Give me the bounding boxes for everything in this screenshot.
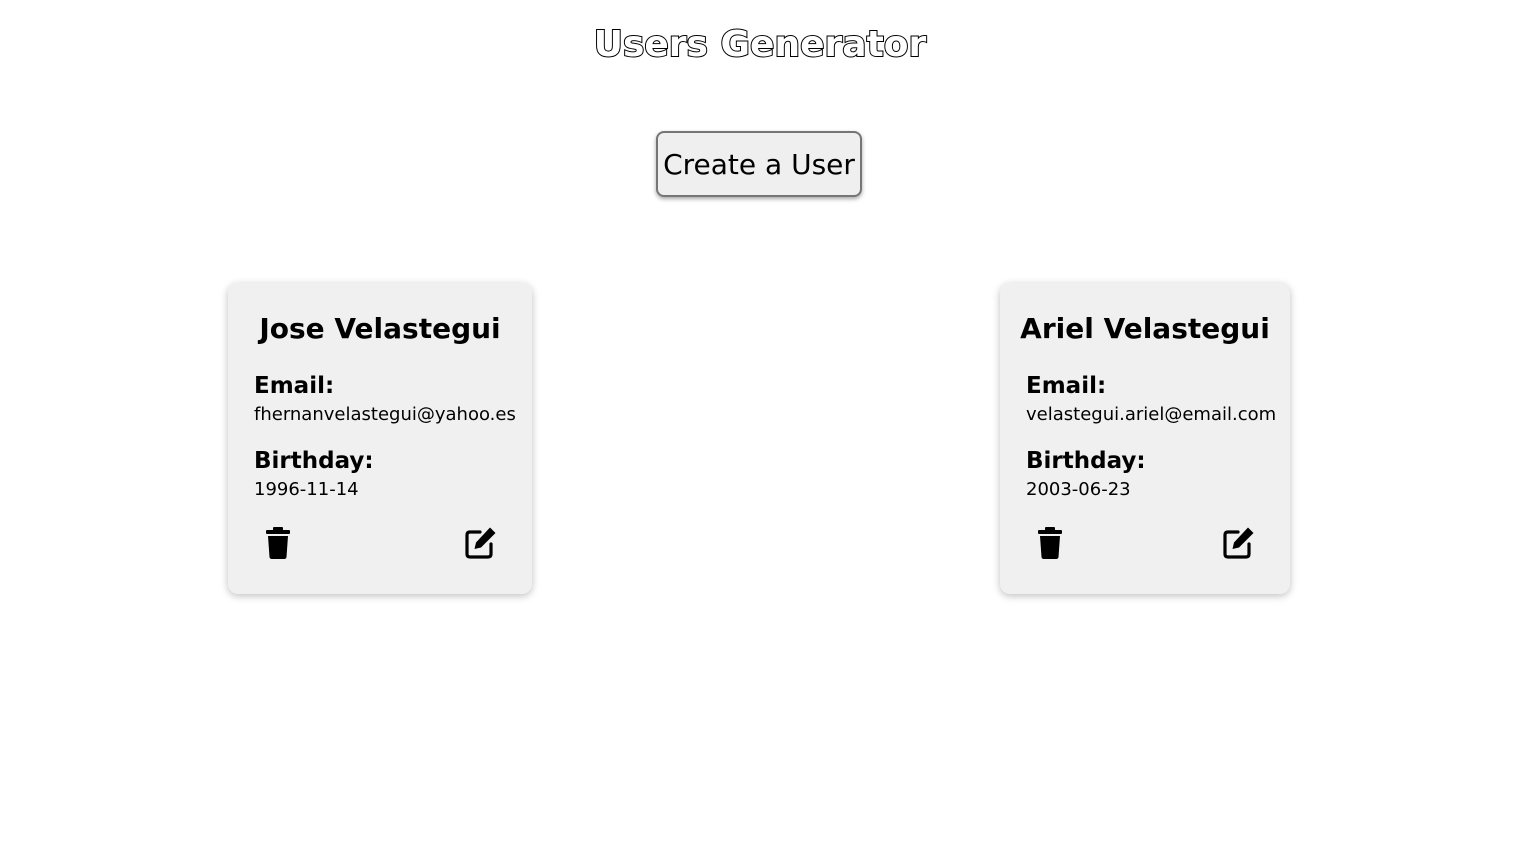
birthday-label: Birthday:	[1026, 448, 1146, 474]
user-card: Jose Velastegui Email: fhernanvelastegui…	[228, 283, 532, 594]
email-value: velastegui.ariel@email.com	[1026, 404, 1277, 425]
birthday-value: 2003-06-23	[1026, 479, 1131, 500]
edit-user-button[interactable]	[1218, 523, 1258, 563]
email-label: Email:	[1026, 373, 1107, 399]
edit-icon	[1218, 523, 1258, 563]
edit-user-button[interactable]	[460, 523, 500, 563]
delete-user-button[interactable]	[1030, 523, 1070, 563]
page-title: Users Generator	[593, 23, 928, 66]
trash-icon	[1030, 523, 1070, 563]
email-label: Email:	[254, 373, 335, 399]
edit-icon	[460, 523, 500, 563]
birthday-label: Birthday:	[254, 448, 374, 474]
birthday-value: 1996-11-14	[254, 479, 359, 500]
page: Users Generator Create a User Jose Velas…	[0, 0, 1520, 842]
email-value: fhernanvelastegui@yahoo.es	[254, 404, 516, 425]
user-card: Ariel Velastegui Email: velastegui.ariel…	[1000, 283, 1290, 594]
trash-icon	[258, 523, 298, 563]
delete-user-button[interactable]	[258, 523, 298, 563]
user-name: Jose Velastegui	[259, 312, 501, 345]
user-name: Ariel Velastegui	[1020, 312, 1270, 345]
create-user-button[interactable]: Create a User	[656, 131, 862, 197]
